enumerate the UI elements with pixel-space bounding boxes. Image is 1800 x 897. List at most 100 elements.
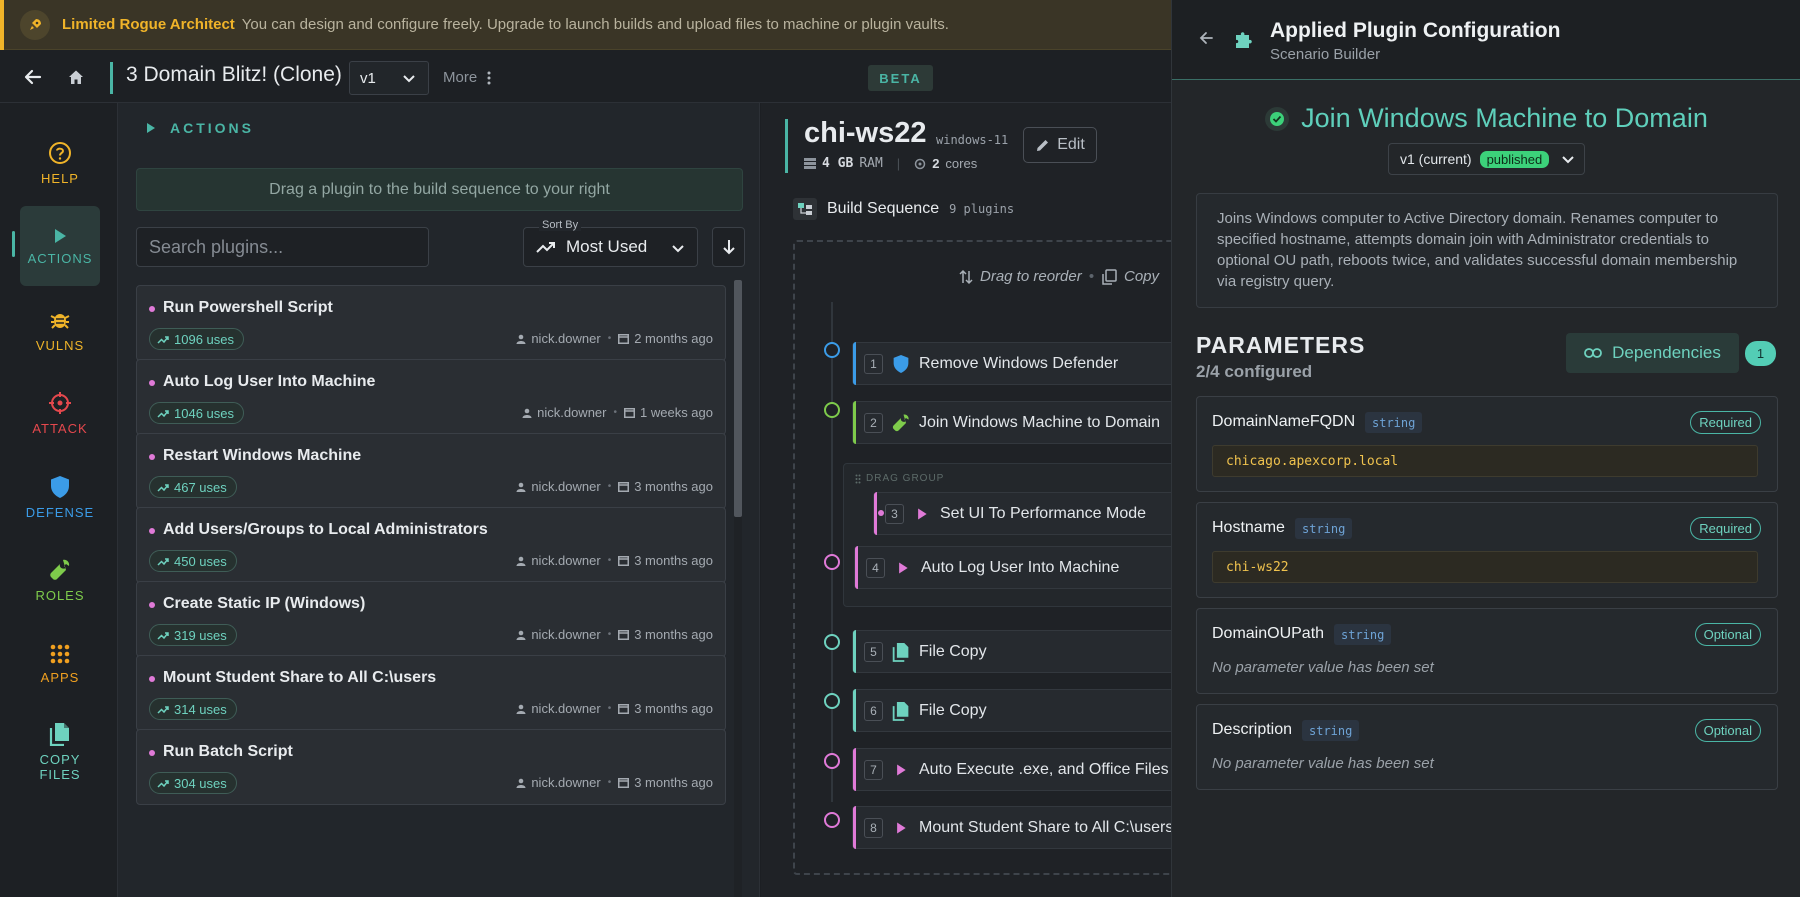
trending-up-icon (157, 779, 169, 788)
play-icon (892, 557, 914, 579)
back-arrow-icon[interactable] (1198, 30, 1214, 46)
sort-select[interactable]: Most Used (523, 227, 698, 267)
left-nav: HELP ACTIONS VULNS ATTACK DEFENSE ROLES … (0, 103, 118, 897)
nav-apps[interactable]: APPS (20, 624, 100, 704)
step-name: Auto Execute .exe, and Office Files (919, 761, 1169, 778)
parameter-type-badge: string (1334, 624, 1392, 645)
build-sequence-dropzone[interactable]: Drag to reorder • Copy DRAG GROUP 1 Remov… (793, 240, 1171, 875)
step-accent-bar (874, 492, 877, 535)
shield-icon (49, 475, 71, 499)
plugin-name: Auto Log User Into Machine (163, 373, 376, 390)
actions-header-label: ACTIONS (170, 120, 254, 136)
nav-defense[interactable]: DEFENSE (20, 457, 100, 537)
file-copy-icon (890, 700, 912, 722)
build-step[interactable]: 7 Auto Execute .exe, and Office Files (852, 748, 1171, 791)
calendar-icon (618, 703, 630, 714)
plugin-card[interactable]: Restart Windows Machine 467 uses nick.down… (136, 433, 726, 509)
home-icon[interactable] (63, 64, 89, 90)
parameter-value-field[interactable]: chicago.apexcorp.local (1212, 445, 1758, 477)
build-step[interactable]: 6 File Copy (852, 689, 1171, 732)
plugin-config-drawer: Applied Plugin Configuration Scenario Bu… (1171, 0, 1800, 897)
step-number: 2 (864, 413, 883, 433)
plugin-meta: nick.downer • 3 months ago (516, 553, 713, 568)
plugin-card[interactable]: Auto Log User Into Machine 1046 uses nick.… (136, 359, 726, 435)
more-button[interactable]: More (443, 69, 491, 86)
chevron-down-icon (402, 71, 416, 85)
version-select[interactable]: v1 (349, 61, 429, 95)
calendar-icon (618, 481, 630, 492)
nav-copy-files[interactable]: COPY FILES (20, 707, 100, 797)
edit-machine-button[interactable]: Edit (1023, 127, 1097, 163)
trending-up-icon (157, 705, 169, 714)
plugin-description: Joins Windows computer to Active Directo… (1196, 193, 1778, 308)
parameter-requirement-badge: Required (1690, 517, 1761, 540)
plugin-type-dot (149, 676, 155, 682)
step-number: 7 (864, 760, 883, 780)
sequence-connector-line (831, 302, 833, 802)
step-name: Set UI To Performance Mode (940, 505, 1147, 522)
nav-help[interactable]: HELP (20, 123, 100, 203)
search-input[interactable] (136, 227, 429, 267)
chevron-down-icon (671, 241, 685, 255)
usage-badge: 467 uses (149, 476, 237, 498)
build-step[interactable]: 2 Join Windows Machine to Domain (852, 401, 1171, 444)
usage-badge: 450 uses (149, 550, 237, 572)
plugin-version-select[interactable]: v1 (current) published (1388, 143, 1585, 175)
plugin-card[interactable]: Create Static IP (Windows) 319 uses nick.d… (136, 581, 726, 657)
nav-vulns[interactable]: VULNS (20, 290, 100, 370)
spec-divider: | (896, 156, 901, 171)
plugin-name: Run Powershell Script (163, 299, 333, 316)
drawer-subtitle: Scenario Builder (1270, 46, 1381, 63)
sort-direction-button[interactable] (712, 227, 745, 267)
banner-accent (0, 0, 4, 50)
calendar-icon (618, 777, 630, 788)
trending-up-icon (157, 409, 169, 418)
build-step[interactable]: 3 Set UI To Performance Mode (873, 492, 1171, 535)
plugin-date: 3 months ago (634, 701, 713, 716)
build-step[interactable]: 1 Remove Windows Defender (852, 342, 1171, 385)
step-node (824, 342, 840, 358)
step-name: Mount Student Share to All C:\users (919, 819, 1171, 836)
plugin-meta: nick.downer • 3 months ago (516, 627, 713, 642)
scrollbar-thumb[interactable] (734, 280, 742, 517)
sort-select-value: Most Used (566, 237, 648, 256)
parameter-value-field[interactable]: chi-ws22 (1212, 551, 1758, 583)
step-number: 6 (864, 701, 883, 721)
parameter-type-badge: string (1295, 518, 1353, 539)
plugin-author: nick.downer (531, 331, 601, 346)
user-icon (516, 704, 526, 714)
build-sequence-header: Build Sequence 9 plugins (793, 198, 1014, 220)
build-step[interactable]: 4 Auto Log User Into Machine (854, 546, 1171, 589)
kebab-menu-icon (487, 71, 491, 85)
nav-attack[interactable]: ATTACK (20, 373, 100, 453)
plugin-card[interactable]: Run Batch Script 304 uses nick.downer • 3 mo… (136, 729, 726, 805)
nav-roles[interactable]: ROLES (20, 540, 100, 620)
plugin-author: nick.downer (531, 701, 601, 716)
nav-label: VULNS (35, 337, 85, 353)
user-icon (516, 778, 526, 788)
build-step[interactable]: 8 Mount Student Share to All C:\users (852, 806, 1171, 849)
plugin-card[interactable]: Add Users/Groups to Local Administrators… (136, 507, 726, 583)
parameter-name: DomainOUPath (1212, 625, 1325, 642)
parameter-requirement-badge: Required (1690, 411, 1761, 434)
machine-name: chi-ws22 (804, 117, 927, 149)
usage-badge: 1046 uses (149, 402, 244, 424)
back-arrow-icon[interactable] (20, 64, 46, 90)
parameter-card: DomainNameFQDN string Required chicago.apex… (1196, 396, 1778, 492)
plugin-card[interactable]: Run Powershell Script 1096 uses nick.downe… (136, 285, 726, 361)
step-name: Remove Windows Defender (919, 355, 1119, 372)
plugin-card[interactable]: Mount Student Share to All C:\users 314 u… (136, 655, 726, 731)
user-icon (516, 482, 526, 492)
play-icon (911, 503, 933, 525)
arrow-down-icon (722, 239, 736, 255)
meta-separator: • (607, 333, 612, 344)
build-step[interactable]: 5 File Copy (852, 630, 1171, 673)
dependencies-button[interactable]: Dependencies (1566, 333, 1739, 373)
step-accent-bar (853, 689, 856, 732)
nav-actions[interactable]: ACTIONS (20, 206, 100, 286)
nav-label: DEFENSE (25, 504, 95, 520)
machine-os: windows-11 (936, 133, 1009, 147)
plugin-meta: nick.downer • 3 months ago (516, 701, 713, 716)
actions-section-header[interactable]: ACTIONS (146, 120, 254, 136)
chevron-down-icon (1561, 152, 1575, 166)
